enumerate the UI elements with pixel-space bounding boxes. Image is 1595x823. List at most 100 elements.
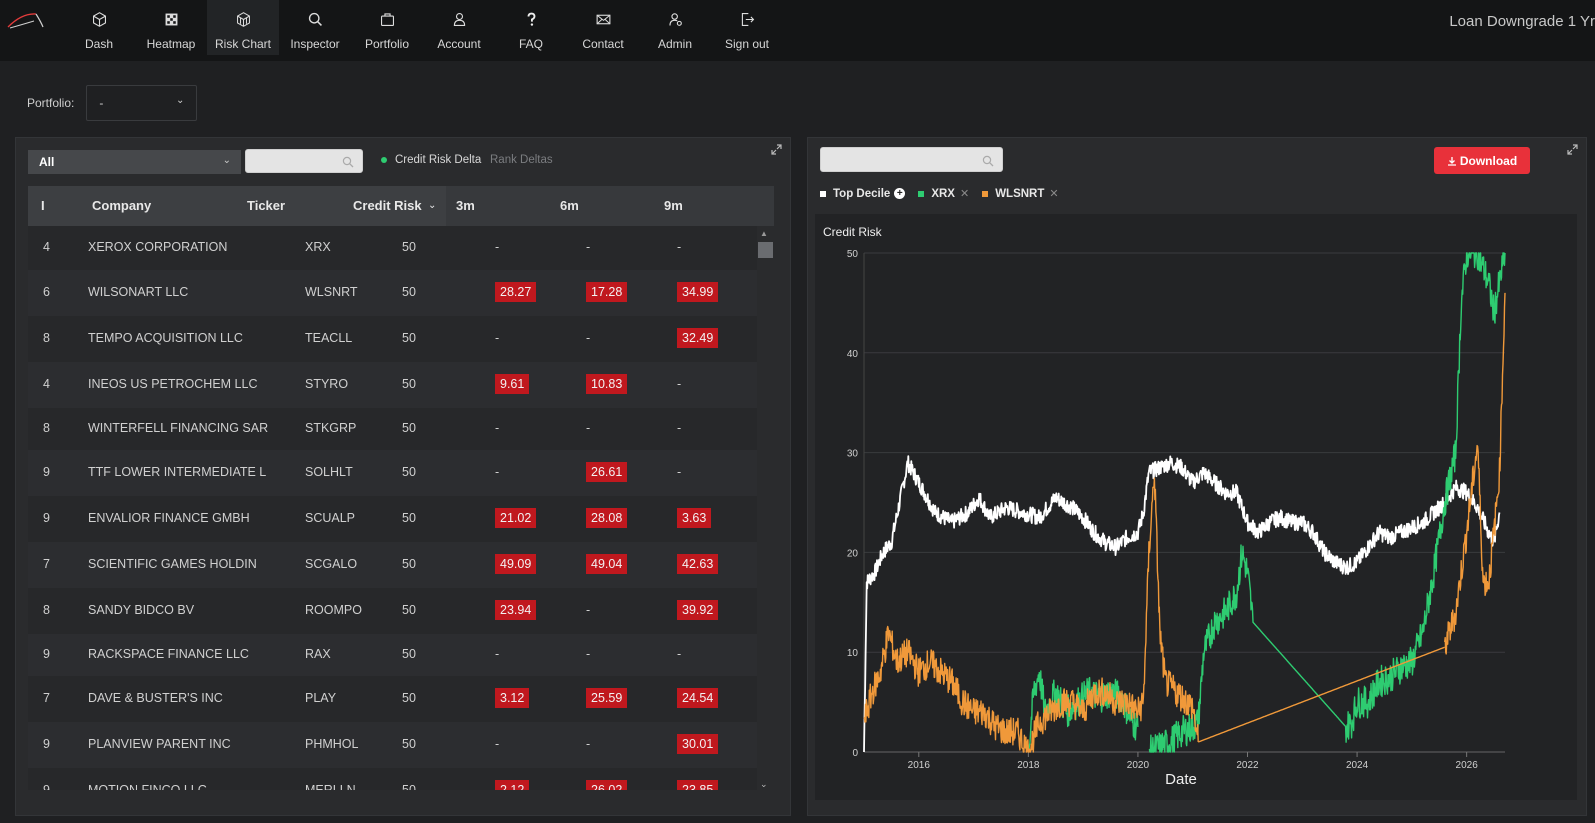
table-row[interactable]: 9 ENVALIOR FINANCE GMBH SCUALP 50 21.02 28.08… bbox=[28, 496, 757, 542]
close-icon[interactable]: ✕ bbox=[960, 187, 969, 200]
delta-9m: 23.85 bbox=[677, 780, 719, 790]
delta-6m: - bbox=[586, 240, 591, 254]
nav-risk-chart[interactable]: Risk Chart bbox=[207, 0, 279, 55]
scroll-down-chevron-icon[interactable]: ⌄ bbox=[760, 779, 768, 790]
nav-admin[interactable]: Admin bbox=[639, 0, 711, 55]
ticker: SOLHLT bbox=[305, 465, 353, 479]
delta-3m: 23.94 bbox=[495, 600, 537, 620]
delta-9m: - bbox=[677, 240, 682, 254]
credit-risk-value: 50 bbox=[402, 285, 416, 299]
table-row[interactable]: 6 WILSONART LLC WLSNRT 50 28.27 17.28 34.99 bbox=[28, 270, 757, 316]
y-tick-label: 0 bbox=[852, 748, 858, 759]
delta-3m: 9.61 bbox=[495, 374, 530, 394]
company-name: WINTERFELL FINANCING SAR bbox=[88, 421, 269, 435]
x-tick-label: 2016 bbox=[908, 760, 931, 771]
table-row[interactable]: 9 PLANVIEW PARENT INC PHMHOL 50 - - 30.01 bbox=[28, 722, 757, 768]
x-tick-label: 2022 bbox=[1236, 760, 1259, 771]
nav-portfolio[interactable]: Portfolio bbox=[351, 0, 423, 55]
close-icon[interactable]: ✕ bbox=[1049, 187, 1058, 200]
col-i[interactable]: I bbox=[41, 198, 45, 213]
ticker: MERLLN bbox=[305, 783, 356, 790]
y-tick-label: 40 bbox=[847, 349, 859, 360]
ticker: SCGALO bbox=[305, 557, 358, 571]
legend-label: Top Decile bbox=[833, 187, 891, 200]
rank-deltas-toggle[interactable]: Rank Deltas bbox=[490, 154, 553, 166]
legend-swatch bbox=[982, 190, 989, 197]
delta-9m: 24.54 bbox=[677, 688, 719, 708]
portfolio-select[interactable]: - ⌄ bbox=[86, 85, 198, 121]
col-6m[interactable]: 6m bbox=[560, 198, 579, 213]
nav-dash[interactable]: Dash bbox=[63, 0, 135, 55]
table-row[interactable]: 9 MOTION FINCO LLC MERLLN 50 2.12 26.02 23.85 bbox=[28, 768, 757, 790]
legend-xrx[interactable]: XRX ✕ bbox=[918, 187, 969, 200]
delta-6m: 25.59 bbox=[586, 688, 628, 708]
table-row[interactable]: 8 SANDY BIDCO BV ROOMPO 50 23.94 - 39.92 bbox=[28, 588, 757, 634]
scrollbar-thumb[interactable] bbox=[758, 242, 773, 258]
x-axis-label: Date bbox=[1165, 771, 1197, 788]
ticker: PLAY bbox=[305, 691, 337, 705]
delta-3m: 3.12 bbox=[495, 688, 530, 708]
portfolio-label: Portfolio: bbox=[27, 96, 75, 110]
admin-user-icon bbox=[665, 9, 685, 29]
delta-3m: 49.09 bbox=[495, 554, 537, 574]
col-ticker[interactable]: Ticker bbox=[247, 198, 285, 213]
table-row[interactable]: 8 TEMPO ACQUISITION LLC TEACLL 50 - - 32.49 bbox=[28, 316, 757, 362]
nav-inspector[interactable]: Inspector bbox=[279, 0, 351, 55]
col-credit-risk[interactable]: Credit Risk bbox=[353, 198, 422, 213]
delta-3m: 21.02 bbox=[495, 508, 537, 528]
row-index: 7 bbox=[43, 557, 50, 571]
table-row[interactable]: 9 TTF LOWER INTERMEDIATE L SOLHLT 50 - 26.61 - bbox=[28, 450, 757, 496]
nav-heatmap[interactable]: Heatmap bbox=[135, 0, 207, 55]
legend-swatch bbox=[820, 190, 826, 197]
col-company[interactable]: Company bbox=[92, 198, 151, 213]
table-row[interactable]: 4 XEROX CORPORATION XRX 50 - - - bbox=[28, 226, 757, 270]
nav-sign-out[interactable]: Sign out bbox=[711, 0, 783, 55]
company-name: WILSONART LLC bbox=[88, 285, 189, 299]
col-9m[interactable]: 9m bbox=[664, 198, 683, 213]
delta-9m: 30.01 bbox=[677, 734, 719, 754]
table-body: 4 XEROX CORPORATION XRX 50 - - - 6 WILSONART LLC… bbox=[28, 226, 757, 790]
credit-risk-delta-label: Credit Risk Delta bbox=[395, 154, 482, 166]
table-row[interactable]: 9 RACKSPACE FINANCE LLC RAX 50 - - - bbox=[28, 634, 757, 676]
row-index: 8 bbox=[43, 331, 50, 345]
legend-swatch bbox=[918, 190, 925, 197]
logo[interactable] bbox=[0, 0, 63, 61]
table-row[interactable]: 7 DAVE & BUSTER'S INC PLAY 50 3.12 25.59 24.54 bbox=[28, 676, 757, 722]
delta-9m: 42.63 bbox=[677, 554, 719, 574]
credit-risk-delta-toggle[interactable]: Credit Risk Delta bbox=[381, 154, 481, 166]
company-name: ENVALIOR FINANCE GMBH bbox=[88, 511, 250, 525]
delta-6m: 28.08 bbox=[586, 508, 628, 528]
add-icon[interactable]: + bbox=[894, 188, 906, 199]
portfolio-row: Portfolio: - ⌄ bbox=[27, 85, 198, 121]
sort-chevron-down-icon[interactable]: ⌄ bbox=[428, 200, 436, 211]
nav-sign-out-label: Sign out bbox=[724, 37, 770, 51]
table-header: I Company Ticker Credit Risk ⌄ 3m 6m 9m bbox=[28, 186, 774, 226]
chart-search-input[interactable] bbox=[820, 147, 1003, 172]
delta-6m: - bbox=[586, 421, 591, 435]
row-index: 4 bbox=[43, 240, 50, 254]
table-row[interactable]: 4 INEOS US PETROCHEM LLC STYRO 50 9.61 10.83 - bbox=[28, 362, 757, 408]
col-3m[interactable]: 3m bbox=[456, 198, 475, 213]
delta-3m: - bbox=[495, 421, 500, 435]
portfolio-select-value: - bbox=[99, 96, 104, 110]
nav-faq[interactable]: FAQ bbox=[495, 0, 567, 55]
credit-risk-value: 50 bbox=[402, 511, 416, 525]
nav-heatmap-label: Heatmap bbox=[146, 37, 196, 51]
company-name: RACKSPACE FINANCE LLC bbox=[88, 647, 249, 661]
filter-select[interactable]: All ⌄ bbox=[28, 150, 241, 174]
nav-contact[interactable]: Contact bbox=[567, 0, 639, 55]
expand-icon[interactable] bbox=[1567, 144, 1578, 155]
legend-wlsnrt[interactable]: WLSNRT ✕ bbox=[982, 187, 1059, 200]
scrollbar-track[interactable] bbox=[757, 226, 774, 790]
table-search-input[interactable] bbox=[245, 149, 363, 173]
table-row[interactable]: 8 WINTERFELL FINANCING SAR STKGRP 50 - - - bbox=[28, 408, 757, 450]
expand-icon[interactable] bbox=[771, 144, 782, 155]
nav-account[interactable]: Account bbox=[423, 0, 495, 55]
credit-risk-value: 50 bbox=[402, 377, 416, 391]
download-button[interactable]: Download bbox=[1434, 147, 1530, 174]
scroll-up-arrow-icon[interactable]: ▲ bbox=[760, 229, 768, 238]
table-row[interactable]: 7 SCIENTIFIC GAMES HOLDIN SCGALO 50 49.09 49.… bbox=[28, 542, 757, 588]
nav-portfolio-label: Portfolio bbox=[364, 37, 410, 51]
legend-top-decile[interactable]: Top Decile + bbox=[820, 187, 906, 200]
ticker: STKGRP bbox=[305, 421, 357, 435]
